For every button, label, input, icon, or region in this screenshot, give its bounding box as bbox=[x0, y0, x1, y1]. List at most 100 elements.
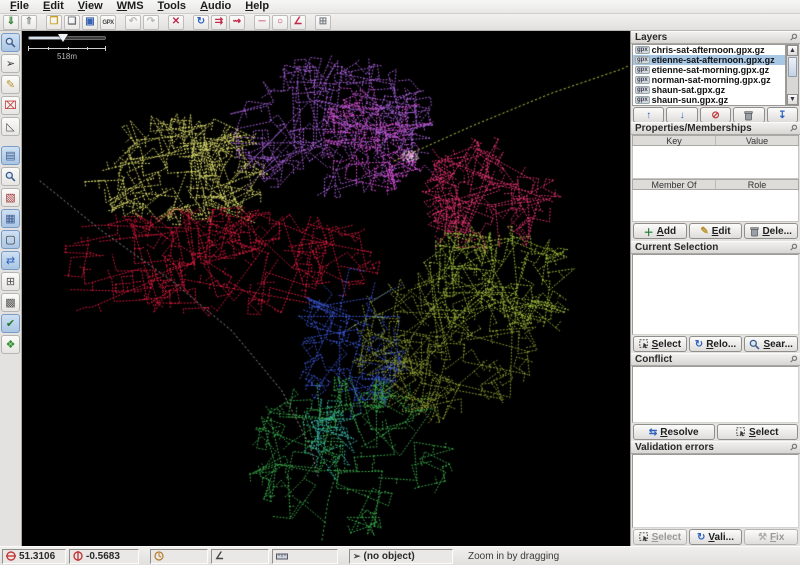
new-layer-button[interactable]: ❐ bbox=[46, 14, 62, 30]
delete-mode-button[interactable]: ⌧ bbox=[1, 96, 20, 115]
gpx-layer-icon: gpx bbox=[635, 76, 650, 84]
ruler-icon bbox=[276, 553, 288, 560]
align-nodes-in-line-button[interactable]: ─ bbox=[254, 14, 270, 30]
selection-reload-button[interactable]: ↻ Relo... bbox=[688, 336, 743, 352]
layers-list[interactable]: gpx chris-sat-afternoon.gpx.gz gpx etienne-… bbox=[632, 44, 786, 106]
layer-row[interactable]: gpx shaun-sun.gpx.gz bbox=[633, 95, 785, 105]
toggle-commands-button[interactable]: ▩ bbox=[1, 293, 20, 312]
pin-icon[interactable]: ⚲ bbox=[788, 122, 800, 134]
update-data-button[interactable]: ↻ bbox=[193, 14, 209, 30]
zoom-slider-thumb[interactable] bbox=[58, 34, 68, 42]
zoom-slider[interactable] bbox=[28, 34, 108, 42]
open-file-button[interactable]: ❏ bbox=[64, 14, 80, 30]
layer-merge-button[interactable]: ↧ bbox=[766, 107, 799, 123]
preferences-button[interactable]: ⊞ bbox=[315, 14, 331, 30]
menu-wms[interactable]: WMS bbox=[110, 0, 151, 14]
conflict-select-button[interactable]: Select bbox=[716, 424, 798, 440]
create-circle-button[interactable]: ○ bbox=[272, 14, 288, 30]
menu-help[interactable]: Help bbox=[238, 0, 276, 14]
toggle-selection-button[interactable]: ▢ bbox=[1, 230, 20, 249]
delete-property-button[interactable]: Dele... bbox=[744, 223, 799, 239]
layer-delete-button[interactable] bbox=[733, 107, 765, 123]
split-way-icon: ✕ bbox=[171, 16, 181, 27]
validation-fix-label: Fix bbox=[769, 531, 785, 543]
layer-row[interactable]: gpx chris-sat-afternoon.gpx.gz bbox=[633, 45, 785, 55]
validation-list[interactable] bbox=[632, 454, 799, 528]
layer-row[interactable]: gpx etienne-sat-morning.gpx.gz bbox=[633, 65, 785, 75]
download-osm-data-button[interactable]: ⇓ bbox=[3, 14, 19, 30]
draw-mode-button[interactable]: ✎ bbox=[1, 75, 20, 94]
layer-show-hide-icon: ⊘ bbox=[711, 110, 720, 121]
status-bar: 51.3106 -0.5683 ∠ ➢ (no object) Zoom in … bbox=[0, 546, 800, 565]
toggle-relations-button[interactable]: ⊞ bbox=[1, 272, 20, 291]
layer-move-down-button[interactable]: ↓ bbox=[666, 107, 698, 123]
split-way-button[interactable]: ✕ bbox=[168, 14, 184, 30]
pin-icon[interactable]: ⚲ bbox=[788, 441, 800, 453]
validation-fix-button: ⚒ Fix bbox=[744, 529, 799, 545]
toggle-search-button[interactable] bbox=[1, 167, 20, 186]
new-layer-icon: ❐ bbox=[49, 16, 59, 27]
menu-audio[interactable]: Audio bbox=[193, 0, 238, 14]
layer-row[interactable]: gpx etienne-sat-afternoon.gpx.gz bbox=[633, 55, 785, 65]
key-value-header: Key Value bbox=[632, 135, 799, 146]
undo-button[interactable]: ↶ bbox=[125, 14, 141, 30]
memberships-table[interactable] bbox=[632, 190, 799, 222]
menu-tools[interactable]: Tools bbox=[151, 0, 194, 14]
scroll-up-button[interactable]: ▲ bbox=[787, 45, 798, 56]
map-canvas[interactable] bbox=[22, 31, 630, 546]
save-file-button[interactable]: ▣ bbox=[82, 14, 98, 30]
properties-table[interactable] bbox=[632, 146, 799, 179]
toggle-history-button[interactable]: ▧ bbox=[1, 188, 20, 207]
validation-run-button[interactable]: ↻ Vali... bbox=[688, 529, 743, 545]
measure-mode-button[interactable]: ◺ bbox=[1, 117, 20, 136]
selection-list[interactable] bbox=[632, 254, 799, 335]
toggle-conflicts-button[interactable]: ⇄ bbox=[1, 251, 20, 270]
selection-select-icon bbox=[639, 339, 649, 349]
toggle-validator-icon: ✔ bbox=[5, 318, 16, 330]
orthogonalize-button[interactable]: ∠ bbox=[290, 14, 306, 30]
menu-edit[interactable]: Edit bbox=[36, 0, 71, 14]
toggle-selection-icon: ▢ bbox=[5, 234, 16, 246]
save-file-icon: ▣ bbox=[85, 16, 95, 27]
edit-property-button[interactable]: ✎ Edit bbox=[688, 223, 743, 239]
unglue-node-button[interactable]: ⇝ bbox=[229, 14, 245, 30]
pin-icon[interactable]: ⚲ bbox=[788, 241, 800, 253]
pin-icon[interactable]: ⚲ bbox=[788, 353, 800, 365]
export-gpx-button[interactable]: GPX bbox=[100, 14, 116, 30]
conflict-panel: Conflict ⚲ ⇆ Resolve Select bbox=[631, 353, 800, 441]
toggle-properties-button[interactable]: ▦ bbox=[1, 209, 20, 228]
scroll-down-button[interactable]: ▼ bbox=[787, 94, 798, 105]
toggle-layers-button[interactable]: ▤ bbox=[1, 146, 20, 165]
edit-property-icon: ✎ bbox=[700, 225, 709, 237]
menu-file[interactable]: File bbox=[3, 0, 36, 14]
scroll-thumb[interactable] bbox=[788, 57, 797, 77]
download-area-button[interactable]: ❖ bbox=[1, 335, 20, 354]
delete-property-label: Dele... bbox=[762, 225, 792, 237]
value-column-header: Value bbox=[745, 136, 769, 146]
zoom-mode-button[interactable] bbox=[1, 33, 20, 52]
layer-name: etienne-sat-afternoon.gpx.gz bbox=[651, 55, 775, 65]
layer-move-up-button[interactable]: ↑ bbox=[633, 107, 665, 123]
layer-row[interactable]: gpx norman-sat-morning.gpx.gz bbox=[633, 75, 785, 85]
upload-osm-data-button[interactable]: ⇑ bbox=[21, 14, 37, 30]
scroll-track[interactable] bbox=[787, 56, 798, 94]
toggle-validator-button[interactable]: ✔ bbox=[1, 314, 20, 333]
selection-select-button[interactable]: Select bbox=[633, 336, 687, 352]
pin-icon[interactable]: ⚲ bbox=[788, 31, 800, 43]
selection-search-button[interactable]: Sear... bbox=[744, 336, 799, 352]
menu-view[interactable]: View bbox=[71, 0, 110, 14]
selection-search-label: Sear... bbox=[763, 338, 793, 350]
selection-panel: Current Selection ⚲ Select ↻ Relo... Sear..… bbox=[631, 241, 800, 353]
layers-scrollbar[interactable]: ▲ ▼ bbox=[786, 44, 799, 106]
layer-row[interactable]: gpx shaun-sat.gpx.gz bbox=[633, 85, 785, 95]
add-property-button[interactable]: ＋ Add bbox=[633, 223, 687, 239]
layer-show-hide-button[interactable]: ⊘ bbox=[699, 107, 732, 123]
cursor-icon: ➢ bbox=[353, 550, 361, 561]
redo-button[interactable]: ↷ bbox=[143, 14, 159, 30]
conflict-resolve-button[interactable]: ⇆ Resolve bbox=[633, 424, 715, 440]
combine-ways-button[interactable]: ⇉ bbox=[211, 14, 227, 30]
validation-panel-title: Validation errors bbox=[635, 442, 714, 453]
conflict-list[interactable] bbox=[632, 366, 799, 423]
toggle-history-icon: ▧ bbox=[5, 192, 16, 204]
select-mode-button[interactable]: ➢ bbox=[1, 54, 20, 73]
